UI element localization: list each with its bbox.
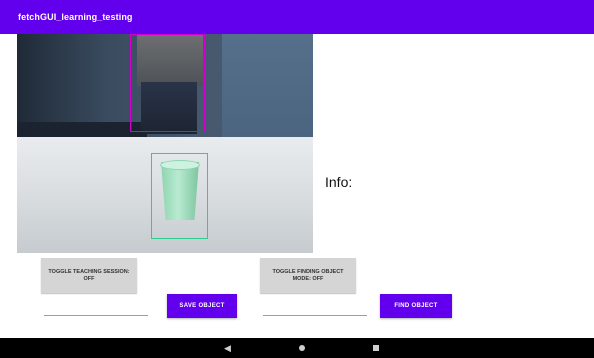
home-icon[interactable]: [299, 345, 305, 351]
scene-floor: [17, 122, 147, 138]
app-bar: fetchGUI_learning_testing: [0, 0, 594, 34]
save-object-name-field[interactable]: [44, 302, 148, 316]
find-object-name-field[interactable]: [263, 302, 367, 316]
scene-wall: [222, 34, 313, 137]
system-nav-bar: ◀: [0, 338, 594, 358]
toggle-teaching-session-button[interactable]: TOGGLE TEACHING SESSION: OFF: [41, 258, 137, 293]
find-object-button[interactable]: FIND OBJECT: [380, 294, 452, 318]
camera-view: [17, 34, 313, 253]
info-label: Info:: [325, 174, 353, 190]
person-bounding-box: [130, 34, 205, 132]
app-title: fetchGUI_learning_testing: [18, 12, 133, 22]
cup-bounding-box: [151, 153, 208, 239]
back-icon[interactable]: ◀: [224, 342, 231, 354]
save-object-button[interactable]: SAVE OBJECT: [167, 294, 237, 318]
toggle-finding-object-mode-button[interactable]: TOGGLE FINDING OBJECT MODE: OFF: [260, 258, 356, 293]
recents-icon[interactable]: [373, 345, 379, 351]
